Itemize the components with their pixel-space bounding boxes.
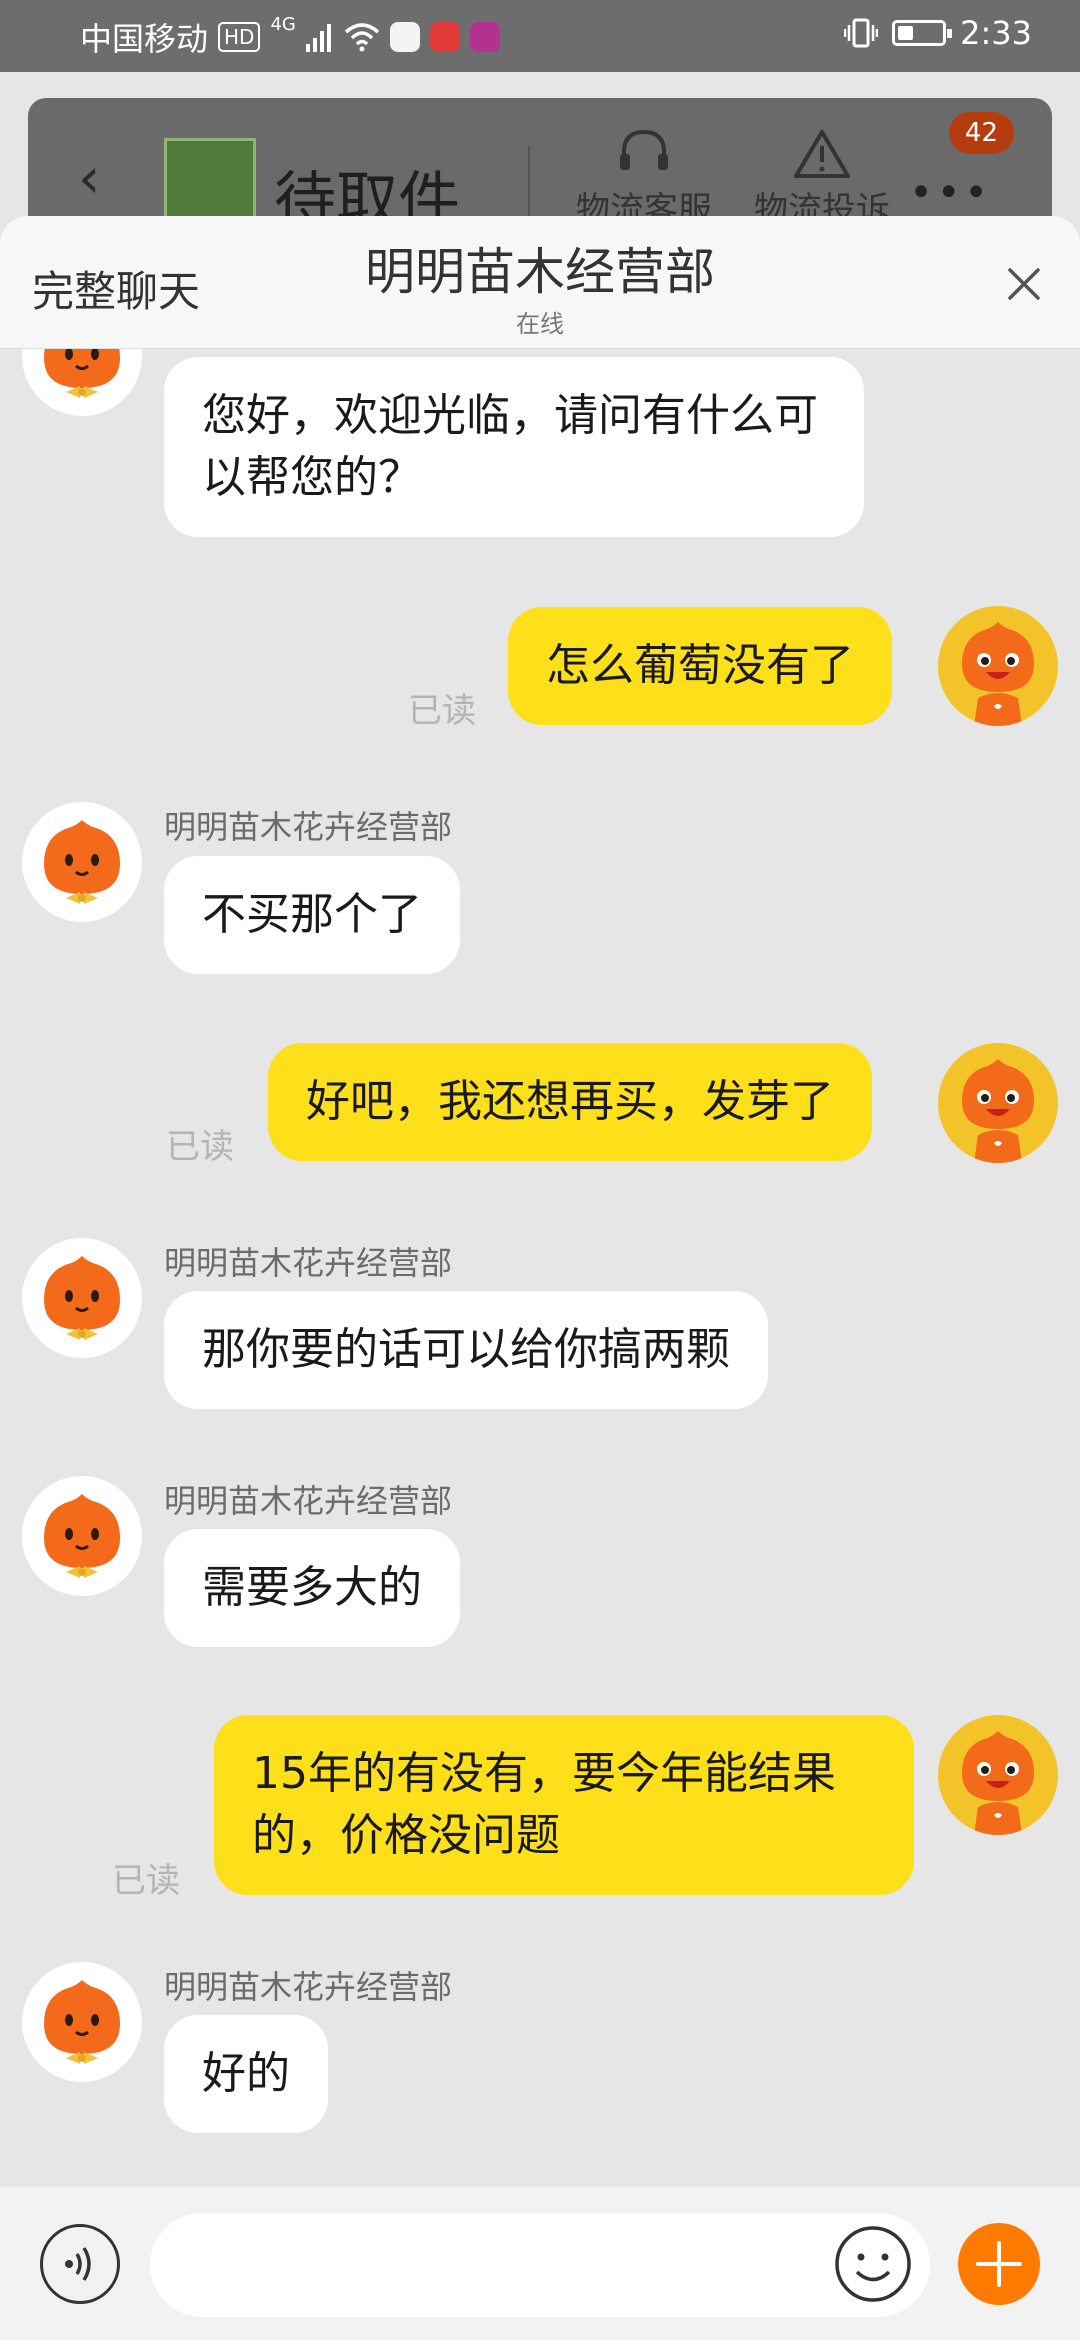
plus-icon [976,2241,1022,2287]
seller-avatar[interactable] [22,349,142,416]
read-receipt: 已读 [408,691,476,731]
mascot-icon [962,1059,1034,1163]
message-bubble-incoming[interactable]: 那你要的话可以给你搞两颗 [164,1291,768,1409]
message-bubble-incoming[interactable]: 好的 [164,2015,328,2133]
read-receipt: 已读 [112,1861,180,1901]
header-divider [528,146,530,216]
game-app-icon [469,22,500,52]
more-dots-icon[interactable]: ••• [909,170,992,216]
user-avatar[interactable] [938,1715,1058,1835]
status-bar: 中国移动 HD 4G 2:33 [0,0,1080,72]
more-options-button[interactable] [958,2223,1040,2305]
mascot-icon [44,1256,120,1340]
sender-name: 明明苗木花卉经营部 [164,1482,453,1520]
close-icon[interactable] [1002,262,1046,306]
signal-icon [305,24,331,52]
message-bubble-incoming[interactable]: 您好，欢迎光临，请问有什么可以帮您的？ [164,357,864,537]
product-thumbnail [164,138,256,228]
message-input[interactable] [150,2213,930,2317]
mascot-icon [44,820,120,904]
status-time: 2:33 [960,14,1032,52]
message-count-badge: 42 [948,112,1014,154]
mascot-icon [962,622,1034,726]
message-bubble-outgoing[interactable]: 怎么葡萄没有了 [508,607,892,725]
chat-message-list[interactable]: 您好，欢迎光临，请问有什么可以帮您的？ 已读 怎么葡萄没有了 明明苗木花卉经营部… [0,349,1080,2187]
sender-name: 明明苗木花卉经营部 [164,808,453,846]
mascot-icon [44,1980,120,2064]
calendar-app-icon [429,22,460,52]
user-avatar[interactable] [938,1043,1058,1163]
chat-title: 明明苗木经营部 [365,243,715,301]
battery-icon [892,20,953,46]
sender-name: 明明苗木花卉经营部 [164,1244,453,1282]
mascot-icon [962,1731,1034,1835]
message-bubble-incoming[interactable]: 需要多大的 [164,1529,460,1647]
app-notification-icon [389,22,420,52]
voice-input-button[interactable] [40,2224,120,2304]
warning-icon [794,130,850,178]
seller-avatar[interactable] [22,1238,142,1358]
message-bubble-incoming[interactable]: 不买那个了 [164,856,460,974]
hd-badge: HD [218,22,261,52]
read-receipt: 已读 [166,1127,234,1167]
message-input-bar [0,2187,1080,2340]
mascot-icon [44,349,120,398]
user-avatar[interactable] [938,606,1058,726]
wifi-icon [344,23,380,52]
headset-icon [620,129,668,170]
seller-avatar[interactable] [22,1476,142,1596]
message-bubble-outgoing[interactable]: 15年的有没有，要今年能结果的，价格没问题 [214,1715,914,1895]
chevron-left-icon[interactable]: ‹ [78,146,100,211]
sender-name: 明明苗木花卉经营部 [164,1968,453,2006]
carrier-label: 中国移动 [80,20,209,58]
voice-icon [65,2247,91,2281]
chat-sheet-header: 完整聊天 明明苗木经营部 在线 [0,216,1080,349]
network-label: 4G [270,14,296,35]
seller-avatar[interactable] [22,1962,142,2082]
emoji-icon[interactable] [832,2223,914,2305]
mascot-icon [44,1494,120,1578]
vibrate-icon [844,18,879,48]
seller-avatar[interactable] [22,802,142,922]
message-bubble-outgoing[interactable]: 好吧，我还想再买，发芽了 [268,1043,872,1161]
online-status: 在线 [516,310,564,338]
